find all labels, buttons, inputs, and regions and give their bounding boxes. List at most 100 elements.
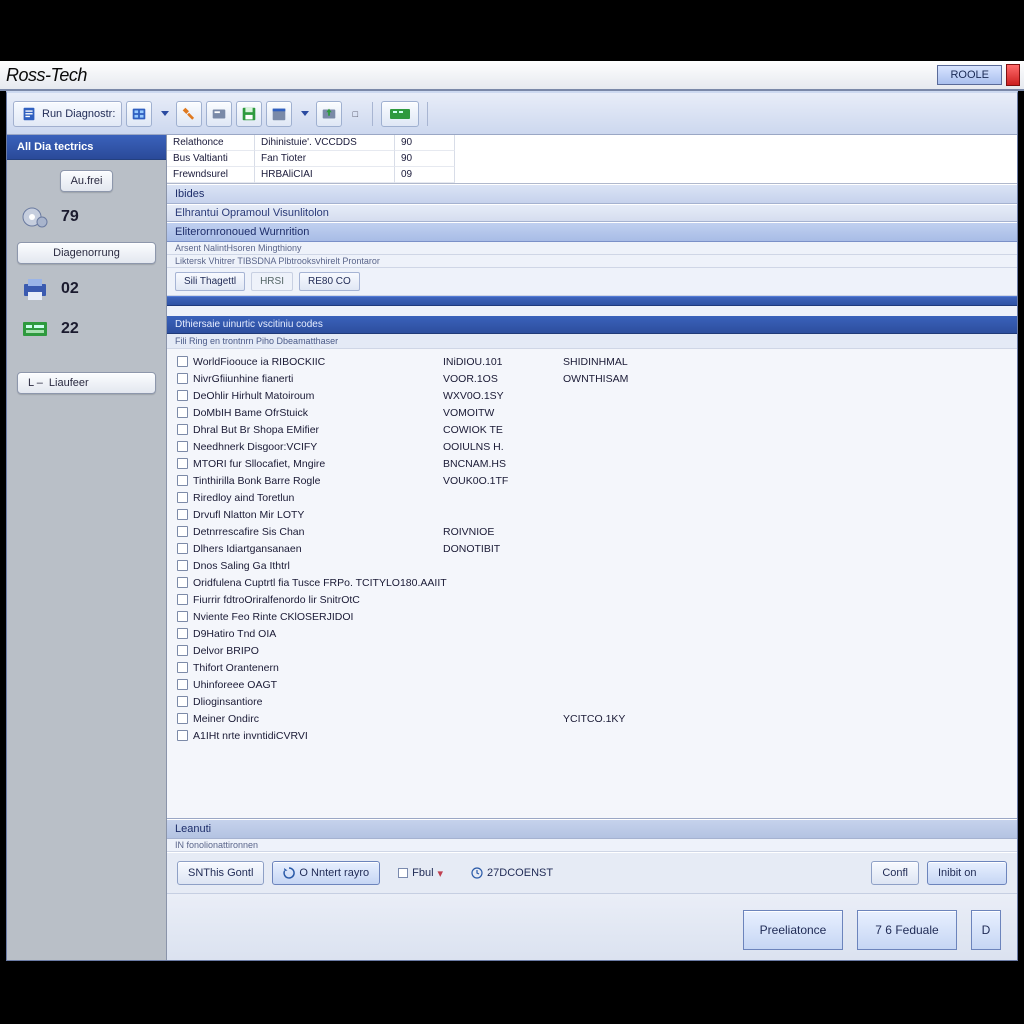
checkbox-icon[interactable] <box>177 543 188 554</box>
sidebar-item-3[interactable]: 22 <box>17 314 156 344</box>
checkbox-icon[interactable] <box>177 424 188 435</box>
footer-btn-3[interactable]: D <box>971 910 1001 950</box>
toolbar-btn-3[interactable] <box>206 101 232 127</box>
list-item[interactable]: Tinthirilla Bonk Barre RogleVOUK0O.1TF <box>167 472 1017 489</box>
checkbox-icon[interactable] <box>177 628 188 639</box>
item-name: DeOhlir Hirhult Matoiroum <box>193 390 443 402</box>
toolbar-btn-7[interactable] <box>381 101 419 127</box>
item-code2: YCITCO.1KY <box>563 713 703 725</box>
sidebar-btn-diagnosing[interactable]: Diagenorrung <box>17 242 156 264</box>
item-name: Oridfulena Cuptrtl fia Tusce FRPo. TCITY… <box>193 577 443 589</box>
btn-snthis[interactable]: SNThis Gontl <box>177 861 264 885</box>
item-name: D9Hatiro Tnd OIA <box>193 628 443 640</box>
checkbox-icon[interactable] <box>177 611 188 622</box>
run-diagnostic-button[interactable]: Run Diagnostr: <box>13 101 122 127</box>
toolbar-btn-1[interactable] <box>126 101 152 127</box>
list-item[interactable]: Uhinforeee OAGT <box>167 676 1017 693</box>
btn-nntert[interactable]: O Nntert rayro <box>272 861 380 885</box>
gear-icon <box>17 202 53 232</box>
sidebar-item-2[interactable]: 02 <box>17 274 156 304</box>
brand-a: Ross <box>6 65 45 85</box>
list-item[interactable]: Fiurrir fdtroOriralfenordo lir SnitrOtC <box>167 591 1017 608</box>
panel-warn[interactable]: Eliterornronoued Wurnrition <box>167 222 1017 242</box>
checkbox-icon[interactable] <box>177 594 188 605</box>
checkbox-icon[interactable] <box>177 475 188 486</box>
list-item[interactable]: Dlioginsantiore <box>167 693 1017 710</box>
checkbox-icon[interactable] <box>177 407 188 418</box>
list-item[interactable]: Dlhers IdiartgansanaenDONOTIBIT <box>167 540 1017 557</box>
list-item[interactable]: Oridfulena Cuptrtl fia Tusce FRPo. TCITY… <box>167 574 1017 591</box>
sidebar-btn-lauf[interactable]: L – Liaufeer <box>17 372 156 394</box>
footer-btn-2[interactable]: 7 6 Feduale <box>857 910 957 950</box>
item-name: Meiner Ondirc <box>193 713 443 725</box>
checkbox-icon[interactable] <box>177 390 188 401</box>
list-item[interactable]: A1IHt nrte invntidiCVRVI <box>167 727 1017 744</box>
footer-btn-1[interactable]: Preeliatonce <box>743 910 843 950</box>
checkbox-icon[interactable] <box>177 526 188 537</box>
tab-1[interactable]: Sili Thagettl <box>175 272 245 291</box>
checkbox-icon[interactable] <box>177 679 188 690</box>
sidebar-value-3: 22 <box>61 320 79 338</box>
checkbox-icon[interactable] <box>177 560 188 571</box>
tab-3[interactable]: RE80 CO <box>299 272 360 291</box>
btn-edit[interactable]: Inibit on <box>927 861 1007 885</box>
list-item[interactable]: Drvufl Nlatton Mir LOTY <box>167 506 1017 523</box>
toolbar-btn-5[interactable] <box>266 101 292 127</box>
checkbox-icon[interactable] <box>177 713 188 724</box>
list-item[interactable]: Meiner Ondirc YCITCO.1KY <box>167 710 1017 727</box>
checkbox-icon[interactable] <box>177 373 188 384</box>
list-item[interactable]: Needhnerk Disgoor:VCIFYOOIULNS H. <box>167 438 1017 455</box>
info-k1: Relathonce <box>167 135 255 151</box>
list-item[interactable]: Nviente Feo Rinte CKlOSERJIDOI <box>167 608 1017 625</box>
sidebar: All Dia tectrics Au.frei 79 Diagenorrung… <box>7 135 167 960</box>
panel-ibides[interactable]: Ibides <box>167 184 1017 204</box>
list-item[interactable]: D9Hatiro Tnd OIA <box>167 625 1017 642</box>
item-name: Uhinforeee OAGT <box>193 679 443 691</box>
list-item[interactable]: Riredloy aind Toretlun <box>167 489 1017 506</box>
brand-logo: Ross-Tech <box>6 65 87 86</box>
roole-button[interactable]: ROOLE <box>937 65 1002 85</box>
list-item[interactable]: Thifort Orantenern <box>167 659 1017 676</box>
list-item[interactable]: Delvor BRIPO <box>167 642 1017 659</box>
btn-fbul[interactable]: Fbul ▾ <box>388 862 453 885</box>
item-name: Dnos Saling Ga Ithtrl <box>193 560 443 572</box>
checkbox-icon[interactable] <box>177 458 188 469</box>
board-icon <box>17 314 53 344</box>
toolbar-btn-2[interactable] <box>176 101 202 127</box>
disk-icon <box>240 105 258 123</box>
checkbox-icon[interactable] <box>177 696 188 707</box>
checkbox-icon[interactable] <box>177 577 188 588</box>
close-icon[interactable] <box>1006 64 1020 86</box>
fault-list[interactable]: WorldFioouce ia RIBOCKIICINiDIOU.101SHID… <box>167 349 1017 818</box>
sidebar-btn-aufrei[interactable]: Au.frei <box>60 170 114 192</box>
lower-sub: IN fonolionattironnen <box>167 839 1017 852</box>
list-item[interactable]: WorldFioouce ia RIBOCKIICINiDIOU.101SHID… <box>167 353 1017 370</box>
checkbox-icon[interactable] <box>177 441 188 452</box>
toolbar-btn-4[interactable] <box>236 101 262 127</box>
toolbar-btn-6[interactable] <box>316 101 342 127</box>
lower-header[interactable]: Leanuti <box>167 819 1017 839</box>
list-item[interactable]: DeOhlir Hirhult MatoiroumWXV0O.1SY <box>167 387 1017 404</box>
list-item[interactable]: NivrGfiiunhine fianertiVOOR.1OSOWNTHISAM <box>167 370 1017 387</box>
checkbox-icon[interactable] <box>177 492 188 503</box>
checkbox-icon[interactable] <box>177 645 188 656</box>
list-item[interactable]: DoMbIH Bame OfrStuickVOMOITW <box>167 404 1017 421</box>
list-item[interactable]: Detnrrescafire Sis ChanROIVNIOE <box>167 523 1017 540</box>
checkbox-icon[interactable] <box>177 356 188 367</box>
dropdown-1[interactable] <box>156 101 172 127</box>
checkbox-icon[interactable] <box>177 730 188 741</box>
section-title: Dthiersaie uinurtic vscitiniu codes <box>167 316 1017 334</box>
panel-visual[interactable]: Elhrantui Opramoul Visunlitolon <box>167 204 1017 222</box>
item-name: Fiurrir fdtroOriralfenordo lir SnitrOtC <box>193 594 443 606</box>
tab-2[interactable]: HRSI <box>251 272 293 291</box>
list-item[interactable]: Dnos Saling Ga Ithtrl <box>167 557 1017 574</box>
btn-27d[interactable]: 27DCOENST <box>461 862 563 884</box>
dropdown-2[interactable] <box>296 101 312 127</box>
checkbox-icon[interactable] <box>177 509 188 520</box>
btn-conf[interactable]: Confl <box>871 861 919 885</box>
wrench-icon <box>180 105 198 123</box>
list-item[interactable]: MTORI fur Sllocafiet, MngireBNCNAM.HS <box>167 455 1017 472</box>
list-item[interactable]: Dhral But Br Shopa EMifierCOWIOK TE <box>167 421 1017 438</box>
sidebar-item-1[interactable]: 79 <box>17 202 156 232</box>
checkbox-icon[interactable] <box>177 662 188 673</box>
